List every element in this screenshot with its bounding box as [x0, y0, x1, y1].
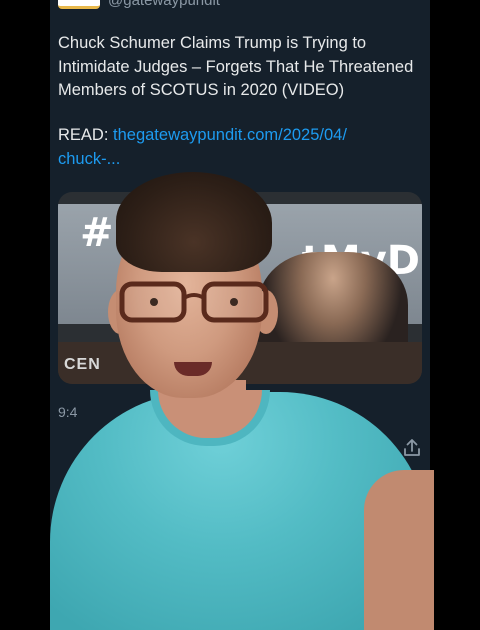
- user-handle[interactable]: @gatewaypundit: [108, 0, 220, 9]
- glasses-icon: [119, 281, 269, 323]
- presenter-overlay: [50, 170, 434, 630]
- read-prefix: READ:: [58, 126, 114, 144]
- avatar[interactable]: [58, 0, 100, 9]
- tweet-header: @gatewaypundit: [58, 0, 220, 10]
- tweet-body: Chuck Schumer Claims Trump is Trying to …: [58, 34, 414, 99]
- read-line: READ: thegatewaypundit.com/2025/04/ chuc…: [58, 124, 418, 171]
- presenter-arm: [364, 470, 434, 630]
- presenter-hair: [116, 172, 272, 272]
